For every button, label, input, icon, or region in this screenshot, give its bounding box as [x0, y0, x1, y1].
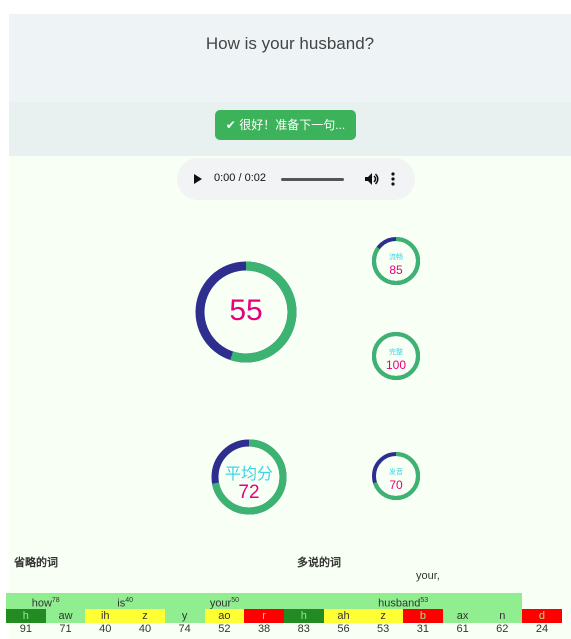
phoneme-cell: b — [403, 609, 443, 623]
phoneme-cell: r — [244, 609, 284, 623]
average-label: 平均分 — [224, 466, 273, 483]
word-cell: husband53 — [283, 593, 523, 609]
phoneme-score: 62 — [496, 623, 509, 635]
phoneme-cell: h — [6, 609, 46, 623]
completeness-score-ring: 完整 100 — [371, 331, 421, 381]
word-text: your — [209, 597, 232, 609]
phoneme-score: 40 — [99, 623, 112, 635]
audio-player[interactable]: 0:00 / 0:02 — [177, 158, 415, 200]
more-options-icon[interactable] — [391, 171, 395, 187]
phoneme-score: 71 — [59, 623, 72, 635]
word-cell: your50 — [164, 593, 284, 609]
word-row: how78 is40 your50 husband53 — [6, 593, 562, 609]
word-score: 78 — [51, 597, 60, 604]
accuracy-score-ring: 发音 70 — [371, 451, 421, 501]
phoneme-row: h aw ih z y ao r h ah z b ax n d — [6, 609, 562, 623]
extra-words-list: your, — [416, 570, 440, 582]
sentence-text: How is your husband? — [205, 34, 375, 53]
phoneme-score: 53 — [377, 623, 390, 635]
phoneme-score: 38 — [257, 623, 271, 635]
phoneme-score-row: 91 71 40 40 74 52 38 83 56 53 31 61 62 24 — [6, 623, 562, 635]
action-panel: ✔ 很好！准备下一句... — [9, 102, 571, 156]
main-score-value: 55 — [229, 294, 263, 327]
sentence-panel: How is your husband? — [9, 14, 571, 102]
accuracy-label: 发音 — [389, 469, 403, 476]
phoneme-cell: h — [283, 609, 324, 623]
next-sentence-button[interactable]: ✔ 很好！准备下一句... — [215, 110, 356, 140]
phoneme-cell: d — [522, 609, 562, 623]
extra-words-title: 多说的词 — [297, 557, 341, 569]
phoneme-cell: ih — [85, 609, 126, 623]
phoneme-score: 83 — [297, 623, 310, 635]
word-text: husband — [378, 597, 421, 609]
word-score: 50 — [231, 597, 240, 604]
phoneme-cell: y — [164, 609, 205, 623]
word-text: how — [31, 597, 52, 609]
omitted-words-title: 省略的词 — [14, 557, 58, 569]
word-text: is — [117, 597, 126, 609]
phoneme-cell: z — [363, 609, 404, 623]
phoneme-score: 52 — [218, 623, 231, 635]
main-score-ring: 55 — [194, 260, 298, 364]
phoneme-score: 56 — [337, 623, 350, 635]
phoneme-score: 74 — [178, 623, 191, 635]
check-icon: ✔ — [225, 118, 236, 132]
phoneme-cell: ao — [204, 609, 245, 623]
word-score: 53 — [420, 597, 429, 604]
fluency-label: 流畅 — [389, 254, 403, 261]
phoneme-cell: aw — [45, 609, 86, 623]
completeness-score-value: 100 — [385, 358, 407, 372]
completeness-label: 完整 — [389, 349, 403, 356]
phoneme-score: 24 — [535, 623, 549, 635]
phoneme-cell: n — [482, 609, 523, 623]
phoneme-cell: ax — [442, 609, 483, 623]
phoneme-cell: ah — [323, 609, 364, 623]
results-panel: 0:00 / 0:02 55 流畅 85 完整 100 平均分 72 发音 70 — [9, 156, 571, 639]
phoneme-cell: z — [125, 609, 165, 623]
play-icon[interactable] — [194, 174, 202, 184]
phoneme-score: 61 — [456, 623, 469, 635]
fluency-score-value: 85 — [389, 263, 403, 277]
word-score: 40 — [125, 597, 133, 604]
average-score-value: 72 — [238, 482, 260, 503]
word-cell: is40 — [85, 593, 165, 609]
accuracy-score-value: 70 — [389, 478, 403, 492]
phoneme-score: 31 — [416, 623, 429, 635]
word-cell: how78 — [6, 593, 86, 609]
phoneme-score: 40 — [138, 623, 152, 635]
fluency-score-ring: 流畅 85 — [371, 236, 421, 286]
audio-time: 0:00 / 0:02 — [214, 172, 266, 184]
next-sentence-label: 很好！准备下一句... — [239, 118, 346, 132]
average-score-ring: 平均分 72 — [210, 438, 288, 516]
phoneme-score: 91 — [19, 623, 32, 635]
audio-progress-bar[interactable] — [281, 178, 344, 181]
volume-icon[interactable] — [363, 170, 381, 188]
